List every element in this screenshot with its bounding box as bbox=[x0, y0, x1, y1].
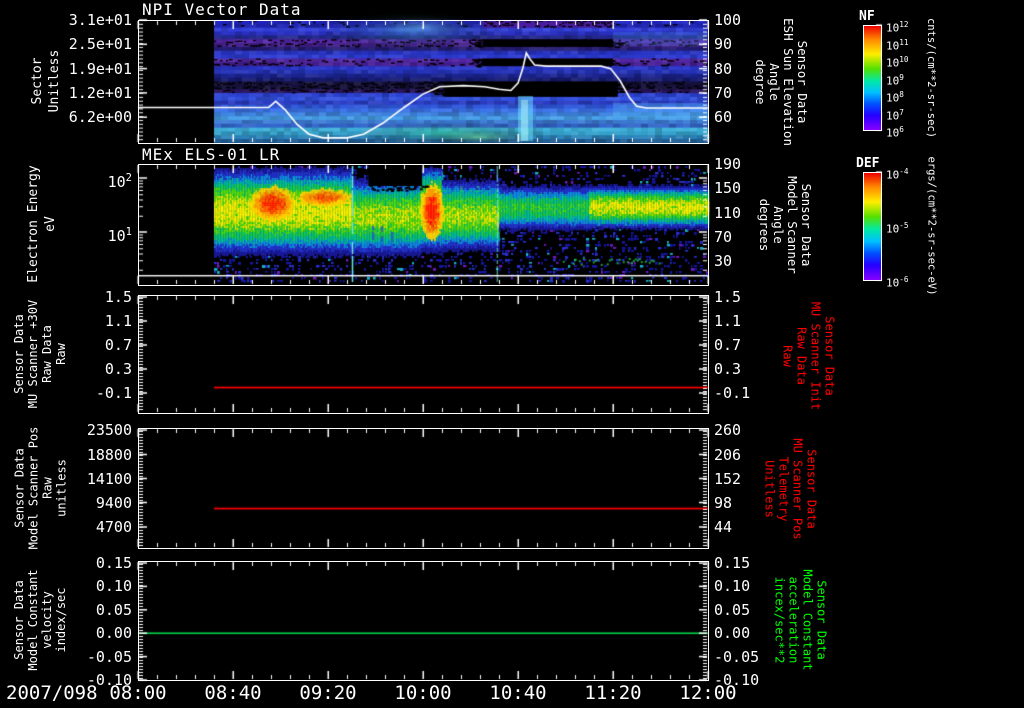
y-tick-label-left: 1.2e+01 bbox=[68, 83, 132, 102]
colorbar-unit-label: cnts/(cm**2-sr-sec) bbox=[925, 17, 937, 139]
colorbar-tick-label: 10-5 bbox=[886, 221, 909, 236]
colorbar-tick-label: 109 bbox=[886, 72, 904, 88]
y-tick-label-right: 1.5 bbox=[714, 288, 742, 306]
panel-npi-title: NPI Vector Data bbox=[142, 0, 302, 19]
y-tick-label-left: 18800 bbox=[86, 445, 132, 464]
y-axis-name-left: Sensor Data Model Constant velocity index/s… bbox=[12, 569, 68, 671]
y-tick-label-right: 0.7 bbox=[714, 336, 742, 354]
x-tick-label: 10:00 bbox=[394, 682, 452, 704]
x-tick-label: 09:20 bbox=[299, 682, 357, 704]
x-tick-label: 10:40 bbox=[489, 682, 547, 704]
panel-velocity-plot-area bbox=[138, 561, 709, 681]
colorbar-nf bbox=[863, 25, 882, 131]
plot-page: NPI Vector Data MEx ELS-01 LR NF DEF 200… bbox=[0, 0, 1024, 708]
y-tick-label-left: 0.05 bbox=[95, 600, 132, 619]
panel-els-plot-area bbox=[138, 164, 709, 286]
colorbar-tick-label: 10-6 bbox=[886, 275, 909, 290]
colorbar-tick-label: 106 bbox=[886, 125, 904, 140]
panel-npi-plot-area bbox=[138, 20, 709, 144]
y-tick-label-left: 23500 bbox=[86, 421, 132, 439]
y-tick-label-left: 102 bbox=[107, 172, 132, 191]
y-axis-name-right: Sensor Data Model Constant acceleration inc… bbox=[772, 569, 828, 671]
colorbar-tick-label: 1010 bbox=[886, 55, 909, 70]
y-tick-label-left: 101 bbox=[107, 226, 132, 245]
y-axis-name-left: Sector Unitless bbox=[30, 49, 62, 113]
colorbar-nf-title: NF bbox=[859, 9, 875, 24]
y-tick-label-right: -0.05 bbox=[714, 647, 760, 666]
colorbar-tick-label: 107 bbox=[886, 107, 904, 123]
y-axis-name-right: Sensor Data MU Scanner Init Raw Data Raw bbox=[780, 301, 836, 411]
y-tick-label-left: 3.1e+01 bbox=[68, 11, 132, 29]
y-tick-label-left: -0.1 bbox=[95, 384, 132, 402]
y-tick-label-left: 6.2e+00 bbox=[68, 108, 132, 127]
colorbar-tick-label: 1012 bbox=[886, 20, 909, 35]
y-tick-label-left: 0.3 bbox=[104, 360, 132, 378]
colorbar-tick-label: 1011 bbox=[886, 37, 909, 53]
y-tick-label-right: 0.05 bbox=[714, 600, 751, 619]
y-tick-label-right: 1.1 bbox=[714, 312, 742, 330]
x-tick-label: 08:40 bbox=[204, 682, 262, 704]
y-tick-label-right: -0.1 bbox=[714, 384, 751, 402]
panel-els-title: MEx ELS-01 LR bbox=[142, 145, 281, 164]
colorbar-def bbox=[863, 172, 882, 281]
y-tick-label-left: 0.15 bbox=[95, 554, 132, 572]
panel-scanner-pos-plot-area bbox=[138, 428, 709, 549]
y-tick-label-left: 1.5 bbox=[104, 288, 132, 306]
y-tick-label-left: -0.05 bbox=[86, 647, 132, 666]
y-axis-name-right: Sensor Data ESH Sun Elevation Angle degree bbox=[753, 18, 810, 146]
colorbar-def-title: DEF bbox=[856, 156, 880, 171]
y-tick-label-left: 0.7 bbox=[104, 336, 132, 354]
colorbar-tick-label: 10-4 bbox=[886, 167, 909, 182]
y-tick-label-left: 9400 bbox=[95, 493, 132, 512]
panel-mu30v-plot-area bbox=[138, 295, 709, 414]
y-tick-label-right: 0.15 bbox=[714, 554, 751, 572]
y-tick-label-left: 14100 bbox=[86, 469, 132, 488]
y-tick-label-left: 4700 bbox=[95, 518, 132, 536]
y-tick-label-left: 0.00 bbox=[95, 624, 132, 643]
colorbar-unit-label: ergs/(cm**2-sr-sec-eV) bbox=[925, 156, 937, 296]
x-tick-label: 12:00 bbox=[679, 682, 737, 704]
y-tick-label-left: 1.1 bbox=[104, 312, 132, 330]
y-tick-label-right: 0.10 bbox=[714, 577, 751, 596]
y-tick-label-left: 1.9e+01 bbox=[68, 59, 132, 78]
y-axis-name-right: Sensor Data MU Scanner Pos Telemetry Unitle… bbox=[762, 438, 818, 540]
x-tick-label: 11:20 bbox=[584, 682, 642, 704]
y-tick-label-left: 2.5e+01 bbox=[68, 35, 132, 54]
y-tick-label-left: 0.10 bbox=[95, 577, 132, 596]
y-axis-name-right: Sensor Data Model Scanner Angle degrees bbox=[757, 176, 814, 274]
y-tick-label-right: 0.3 bbox=[714, 360, 742, 378]
x-tick-label: 08:00 bbox=[109, 682, 167, 704]
y-tick-label-right: 0.00 bbox=[714, 624, 751, 643]
colorbar-tick-label: 108 bbox=[886, 90, 904, 105]
